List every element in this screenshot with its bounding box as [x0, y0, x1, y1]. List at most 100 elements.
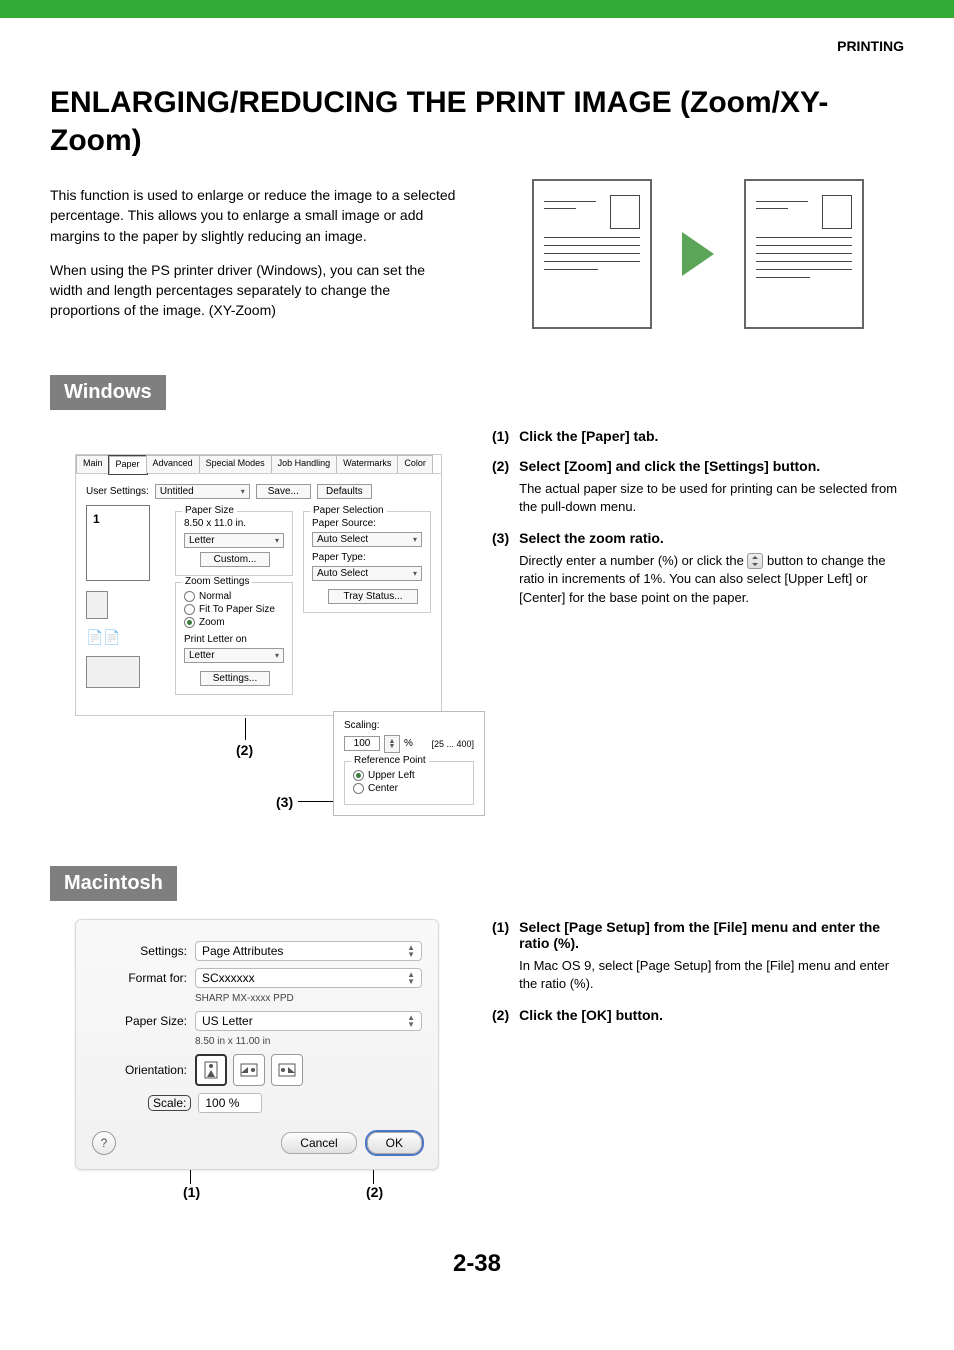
- mac-settings-label: Settings:: [92, 944, 187, 958]
- callout-2: (2): [236, 742, 253, 758]
- page-number: 2-38: [50, 1250, 904, 1278]
- mac-paper-dropdown[interactable]: US Letter ▲▼: [195, 1011, 422, 1031]
- scaling-stepper[interactable]: ▲▼: [384, 735, 400, 753]
- user-settings-label: User Settings:: [86, 486, 149, 497]
- win-step3-title: Select the zoom ratio.: [519, 530, 664, 546]
- scaling-unit: %: [404, 738, 413, 749]
- tab-advanced[interactable]: Advanced: [146, 455, 200, 473]
- win-step3-num: (3): [492, 530, 509, 607]
- win-step1-num: (1): [492, 428, 509, 444]
- ref-upper-radio[interactable]: Upper Left: [353, 770, 465, 781]
- paper-size-group: Paper Size 8.50 x 11.0 in. Letter Custom…: [175, 511, 293, 576]
- preview-page-number: 1: [93, 512, 100, 526]
- mac-scale-label: Scale:: [149, 1096, 190, 1110]
- duplex-icon: 📄📄: [86, 629, 165, 646]
- mac-dialog: Settings: Page Attributes ▲▼ Format for:…: [75, 919, 439, 1170]
- mac-scale-input[interactable]: 100 %: [198, 1093, 262, 1113]
- mac-step2-title: Click the [OK] button.: [519, 1007, 663, 1023]
- paper-selection-title: Paper Selection: [310, 505, 387, 516]
- arrow-right-icon: [682, 232, 714, 276]
- chevron-updown-icon: ▲▼: [407, 944, 415, 958]
- user-settings-dropdown[interactable]: Untitled: [155, 484, 250, 499]
- tab-watermarks[interactable]: Watermarks: [336, 455, 398, 473]
- zoom-fit-label: Fit To Paper Size: [199, 604, 275, 615]
- reference-point-title: Reference Point: [351, 755, 429, 766]
- paper-dim-text: 8.50 x 11.0 in.: [184, 518, 284, 529]
- tab-paper[interactable]: Paper: [109, 456, 147, 474]
- scaling-label: Scaling:: [344, 720, 474, 731]
- mac-callout-1: (1): [183, 1184, 200, 1200]
- tab-main[interactable]: Main: [76, 455, 110, 473]
- mac-settings-dropdown[interactable]: Page Attributes ▲▼: [195, 941, 422, 961]
- help-button[interactable]: ?: [92, 1131, 116, 1155]
- custom-button[interactable]: Custom...: [200, 552, 270, 567]
- cancel-button[interactable]: Cancel: [281, 1132, 356, 1154]
- finishing-preview: [86, 656, 140, 688]
- tab-color[interactable]: Color: [397, 455, 433, 473]
- chevron-updown-icon: ▲▼: [407, 971, 415, 985]
- doc-before: [532, 179, 652, 329]
- orient-landscape-r-button[interactable]: [271, 1054, 303, 1086]
- scaling-input[interactable]: 100: [344, 736, 380, 751]
- ref-center-radio[interactable]: Center: [353, 783, 465, 794]
- paper-selection-group: Paper Selection Paper Source: Auto Selec…: [303, 511, 431, 613]
- orient-portrait-button[interactable]: [195, 1054, 227, 1086]
- category-header: PRINTING: [50, 38, 904, 54]
- zoom-fit-radio[interactable]: Fit To Paper Size: [184, 604, 284, 615]
- mac-step2-num: (2): [492, 1007, 509, 1023]
- ok-button[interactable]: OK: [367, 1132, 422, 1154]
- save-button[interactable]: Save...: [256, 484, 311, 499]
- print-on-dropdown[interactable]: Letter: [184, 648, 284, 663]
- ref-center-label: Center: [368, 783, 398, 794]
- preview-column: 1 📄📄: [86, 505, 165, 701]
- defaults-button[interactable]: Defaults: [317, 484, 372, 499]
- mac-format-sub: SHARP MX-xxxx PPD: [195, 993, 422, 1004]
- zoom-settings-group: Zoom Settings Normal Fit To Paper Size Z…: [175, 582, 293, 695]
- mac-callout-2: (2): [366, 1184, 383, 1200]
- mac-format-dropdown[interactable]: SCxxxxxx ▲▼: [195, 968, 422, 988]
- callout-3: (3): [276, 794, 293, 810]
- ref-upper-label: Upper Left: [368, 770, 415, 781]
- intro-p1: This function is used to enlarge or redu…: [50, 185, 460, 246]
- windows-dialog: Main Paper Advanced Special Modes Job Ha…: [75, 454, 442, 716]
- zoom-settings-button[interactable]: Settings...: [200, 671, 270, 686]
- win-step2-num: (2): [492, 458, 509, 516]
- scaling-range: [25 ... 400]: [431, 739, 474, 749]
- paper-source-dropdown[interactable]: Auto Select: [312, 532, 422, 547]
- paper-type-dropdown[interactable]: Auto Select: [312, 566, 422, 581]
- mac-format-label: Format for:: [92, 971, 187, 985]
- paper-size-dropdown[interactable]: Letter: [184, 533, 284, 548]
- print-letter-on-label: Print Letter on: [184, 634, 284, 645]
- zoom-group-title: Zoom Settings: [182, 576, 252, 587]
- mac-steps: (1) Select [Page Setup] from the [File] …: [492, 919, 904, 1023]
- macintosh-heading: Macintosh: [50, 866, 177, 901]
- mac-paper-sub: 8.50 in x 11.00 in: [195, 1036, 422, 1047]
- mac-step1-body: In Mac OS 9, select [Page Setup] from th…: [519, 957, 904, 993]
- tab-special-modes[interactable]: Special Modes: [199, 455, 272, 473]
- win-step1-title: Click the [Paper] tab.: [519, 428, 658, 444]
- mac-paper-label: Paper Size:: [92, 1014, 187, 1028]
- spinner-icon: [747, 553, 763, 569]
- scaling-popup: Scaling: 100 ▲▼ % [25 ... 400] Reference…: [333, 711, 485, 816]
- intro-p2: When using the PS printer driver (Window…: [50, 260, 460, 321]
- zoom-illustration: [492, 179, 904, 329]
- tray-status-button[interactable]: Tray Status...: [328, 589, 418, 604]
- zoom-normal-radio[interactable]: Normal: [184, 591, 284, 602]
- chevron-updown-icon: ▲▼: [407, 1014, 415, 1028]
- mac-step1-title: Select [Page Setup] from the [File] menu…: [519, 919, 880, 951]
- mac-orient-label: Orientation:: [92, 1063, 187, 1077]
- windows-heading: Windows: [50, 375, 166, 410]
- zoom-zoom-label: Zoom: [199, 617, 225, 628]
- win-step2-body: The actual paper size to be used for pri…: [519, 480, 904, 516]
- zoom-normal-label: Normal: [199, 591, 231, 602]
- zoom-zoom-radio[interactable]: Zoom: [184, 617, 284, 628]
- win-step2-title: Select [Zoom] and click the [Settings] b…: [519, 458, 820, 474]
- paper-size-group-title: Paper Size: [182, 505, 237, 516]
- tab-job-handling[interactable]: Job Handling: [271, 455, 338, 473]
- orientation-preview: [86, 591, 108, 619]
- dialog-tabs: Main Paper Advanced Special Modes Job Ha…: [76, 455, 441, 474]
- orient-landscape-l-button[interactable]: [233, 1054, 265, 1086]
- reference-point-group: Reference Point Upper Left Center: [344, 761, 474, 805]
- page-title: ENLARGING/REDUCING THE PRINT IMAGE (Zoom…: [50, 84, 904, 159]
- windows-steps: (1) Click the [Paper] tab. (2) Select [Z…: [492, 428, 904, 607]
